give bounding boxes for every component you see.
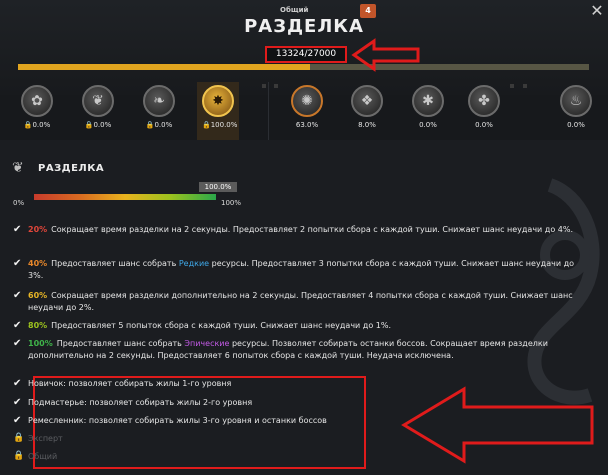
skill-icon: ❖ <box>351 85 383 117</box>
close-icon[interactable]: ✕ <box>588 2 606 20</box>
check-icon: ✔ <box>13 224 22 235</box>
skill-item[interactable]: ♨ 0.0% <box>560 85 592 129</box>
skill-pct: 🔒0.0% <box>145 121 173 129</box>
skill-pct: 0.0% <box>419 121 437 129</box>
tab-general[interactable]: Общий <box>280 6 308 14</box>
unlock-item: ✔ Новичок: позволяет собирать жилы 1-го у… <box>13 378 232 389</box>
check-icon: ✔ <box>13 378 22 389</box>
skill-item[interactable]: ✺ 63.0% <box>291 85 323 129</box>
skill-icon: ✱ <box>412 85 444 117</box>
tier-60: ✔ 60% Сокращает время разделки дополнител… <box>13 290 573 312</box>
unlock-item: ✔ Подмастерье: позволяет собирать жилы 2-… <box>13 397 253 408</box>
unlock-item-locked: 🔒 Общий <box>13 451 58 461</box>
skill-icon: ✤ <box>468 85 500 117</box>
skill-item[interactable]: ❧ 🔒0.0% <box>143 85 175 129</box>
check-icon: ✔ <box>13 320 22 331</box>
check-icon: ✔ <box>13 290 22 301</box>
skills-divider <box>268 82 269 140</box>
skill-pct: 63.0% <box>295 121 319 129</box>
tier-40: ✔ 40% Предоставляет шанс собрать Редкие р… <box>13 258 574 280</box>
unlock-item-locked: 🔒 Эксперт <box>13 433 63 443</box>
page-title: РАЗДЕЛКА <box>244 16 364 37</box>
lock-icon: 🔒 <box>13 451 25 461</box>
check-icon: ✔ <box>13 338 22 349</box>
skill-item[interactable]: ❦ 🔒0.0% <box>82 85 114 129</box>
current-percent: 100.0% <box>199 182 237 192</box>
skill-pct: 🔒0.0% <box>84 121 112 129</box>
annotation-arrow-top <box>351 38 420 72</box>
skinning-icon: ❦ <box>12 160 24 176</box>
skill-item-selected[interactable]: ✸ 🔒100.0% <box>202 85 238 129</box>
skill-item[interactable]: ✤ 0.0% <box>468 85 500 129</box>
tier-80: ✔ 80% Предоставляет 5 попыток сбора с каж… <box>13 320 391 331</box>
unlock-item: ✔ Ремесленник: позволяет собирать жилы 3-… <box>13 415 327 426</box>
skill-icon: ♨ <box>560 85 592 117</box>
range-max-label: 100% <box>221 199 242 207</box>
xp-counter: 13324/27000 <box>265 46 347 63</box>
skill-icon: ✺ <box>291 85 323 117</box>
lock-icon: 🔒 <box>202 121 211 129</box>
annotation-arrow-bottom <box>401 386 594 464</box>
skill-item[interactable]: ❖ 8.0% <box>351 85 383 129</box>
skill-icon: ❦ <box>82 85 114 117</box>
skill-pct: 0.0% <box>567 121 585 129</box>
section-title: РАЗДЕЛКА <box>38 163 105 174</box>
dot <box>523 84 527 88</box>
tier-100: ✔ 100% Предоставляет шанс собрать Эпическ… <box>13 338 548 360</box>
mastery-gradient-bar <box>34 194 216 200</box>
skill-pct: 🔒0.0% <box>23 121 51 129</box>
range-min-label: 0% <box>13 199 25 207</box>
check-icon: ✔ <box>13 258 22 269</box>
skill-icon: ❧ <box>143 85 175 117</box>
dot <box>262 84 266 88</box>
skill-pct: 8.0% <box>358 121 376 129</box>
dot <box>274 84 278 88</box>
tier-20: ✔ 20% Сокращает время разделки на 2 секун… <box>13 224 573 235</box>
skill-icon: ✿ <box>21 85 53 117</box>
skill-item[interactable]: ✱ 0.0% <box>412 85 444 129</box>
check-icon: ✔ <box>13 415 22 426</box>
skill-icon: ✸ <box>202 85 234 117</box>
check-icon: ✔ <box>13 397 22 408</box>
progress-fill <box>18 64 310 70</box>
skill-pct: 🔒100.0% <box>202 121 238 129</box>
skill-pct: 0.0% <box>475 121 493 129</box>
lock-icon: 🔒 <box>13 433 25 443</box>
dot <box>510 84 514 88</box>
skill-item[interactable]: ✿ 🔒0.0% <box>21 85 53 129</box>
